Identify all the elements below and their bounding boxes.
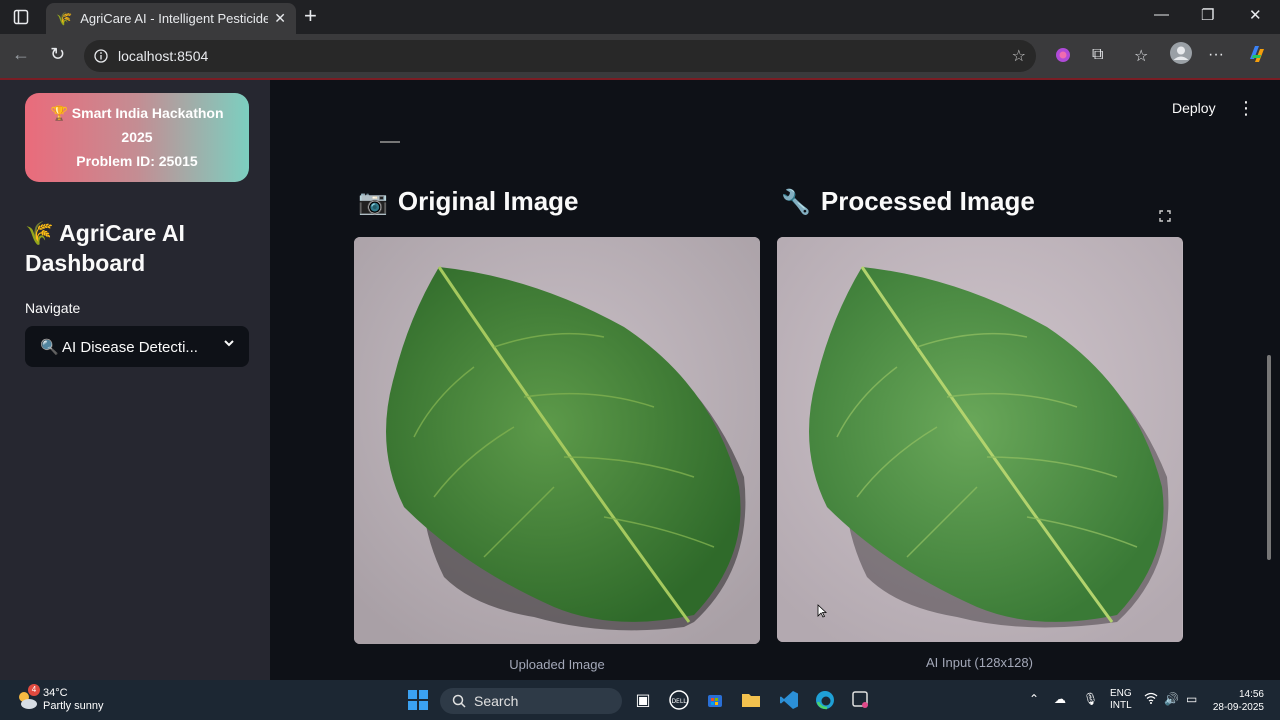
clock-date: 28-09-2025 [1212, 702, 1264, 713]
restore-icon[interactable]: ❐ [1201, 6, 1214, 24]
main-menu-icon[interactable]: ⋮ [1237, 98, 1255, 119]
weather-desc: Partly sunny [43, 700, 104, 712]
chevron-down-icon [223, 336, 235, 352]
fullscreen-icon[interactable] [1159, 210, 1171, 225]
processed-image-title: 🔧 Processed Image [781, 186, 1035, 217]
copilot-icon[interactable] [1246, 43, 1268, 70]
minimize-icon[interactable]: — [1154, 6, 1169, 23]
refresh-icon[interactable]: ↻ [50, 44, 65, 65]
back-icon[interactable]: ← [12, 44, 30, 65]
tab-favicon-icon: 🌾 [56, 10, 73, 26]
browser-toolbar: ← ↻ localhost:8504 ☆ ⧉ ☆ ··· [0, 34, 1280, 78]
address-bar[interactable]: localhost:8504 ☆ [84, 40, 1036, 72]
vscode-icon[interactable] [778, 689, 800, 711]
wrench-icon: 🔧 [781, 189, 811, 216]
profile-avatar[interactable] [1170, 42, 1192, 69]
edge-icon[interactable] [814, 689, 836, 711]
lang-line: INTL [1110, 700, 1132, 711]
copilot-circle-icon[interactable] [1054, 46, 1072, 69]
tab-title: AgriCare AI - Intelligent Pesticide [80, 11, 269, 26]
site-info-icon[interactable] [94, 49, 108, 63]
processed-image-title-text: Processed Image [820, 186, 1035, 216]
task-view-icon[interactable]: ▣ [632, 689, 654, 711]
divider [380, 140, 400, 143]
windows-start-icon[interactable] [408, 690, 428, 710]
main-scrollbar[interactable] [1267, 355, 1271, 560]
search-icon [452, 694, 466, 708]
svg-text:DELL: DELL [671, 698, 687, 705]
weather-badge: 4 [28, 684, 40, 696]
dell-app-icon[interactable]: DELL [668, 689, 690, 711]
navigate-selected-value: 🔍 AI Disease Detecti... [40, 338, 198, 356]
original-leaf-image [354, 237, 760, 644]
extensions-icon[interactable]: ⧉ [1092, 46, 1103, 64]
store-icon[interactable] [704, 689, 726, 711]
snipping-tool-icon[interactable] [850, 689, 872, 711]
processed-image-caption: AI Input (128x128) [926, 655, 1033, 670]
processed-leaf-image [777, 237, 1183, 642]
original-image-title-text: Original Image [397, 186, 579, 216]
more-menu-icon[interactable]: ··· [1208, 46, 1224, 64]
battery-icon[interactable]: ▭ [1186, 692, 1197, 706]
language-indicator[interactable]: ENG INTL [1110, 688, 1132, 712]
mouse-cursor-icon [817, 604, 827, 618]
volume-icon[interactable]: 🔊 [1164, 692, 1179, 706]
tab-actions-icon[interactable] [8, 6, 34, 28]
wifi-icon[interactable] [1144, 692, 1158, 707]
camera-icon: 📷 [358, 189, 388, 216]
url-text: localhost:8504 [118, 48, 209, 64]
weather-temp: 34°C [43, 687, 68, 699]
show-hidden-icons-icon[interactable]: ⌃ [1029, 692, 1039, 706]
navigate-select[interactable]: 🔍 AI Disease Detecti... [25, 326, 249, 367]
file-explorer-icon[interactable] [740, 689, 762, 711]
badge-line: Problem ID: 25015 [76, 153, 198, 169]
taskbar-search[interactable]: Search [440, 688, 622, 714]
close-window-icon[interactable]: ✕ [1249, 6, 1262, 24]
badge-line: 2025 [121, 129, 153, 145]
search-label: Search [474, 693, 519, 709]
microphone-icon[interactable]: 🎙 [1083, 692, 1098, 706]
deploy-button[interactable]: Deploy [1172, 100, 1216, 116]
original-image-title: 📷 Original Image [358, 186, 579, 217]
badge-line: 🏆 Smart India Hackathon [50, 105, 224, 121]
favorite-star-icon[interactable]: ☆ [1012, 46, 1026, 66]
original-image-caption: Uploaded Image [509, 657, 605, 672]
clock-time: 14:56 [1238, 689, 1264, 700]
favorites-icon[interactable]: ☆ [1134, 46, 1148, 66]
system-clock[interactable]: 14:56 28-09-2025 [1210, 688, 1264, 714]
dashboard-title: 🌾 AgriCare AI Dashboard [25, 220, 185, 276]
browser-tab-bar: 🌾 AgriCare AI - Intelligent Pesticide ✕ … [0, 0, 1280, 34]
onedrive-icon[interactable]: ☁ [1054, 692, 1066, 706]
navigate-label: Navigate [25, 300, 81, 316]
lang-line: ENG [1110, 688, 1132, 699]
new-tab-icon[interactable]: + [304, 4, 317, 28]
browser-tab[interactable]: 🌾 AgriCare AI - Intelligent Pesticide ✕ [46, 3, 296, 34]
hackathon-badge: 🏆 Smart India Hackathon 2025 Problem ID:… [25, 93, 249, 182]
close-tab-icon[interactable]: ✕ [274, 10, 286, 27]
